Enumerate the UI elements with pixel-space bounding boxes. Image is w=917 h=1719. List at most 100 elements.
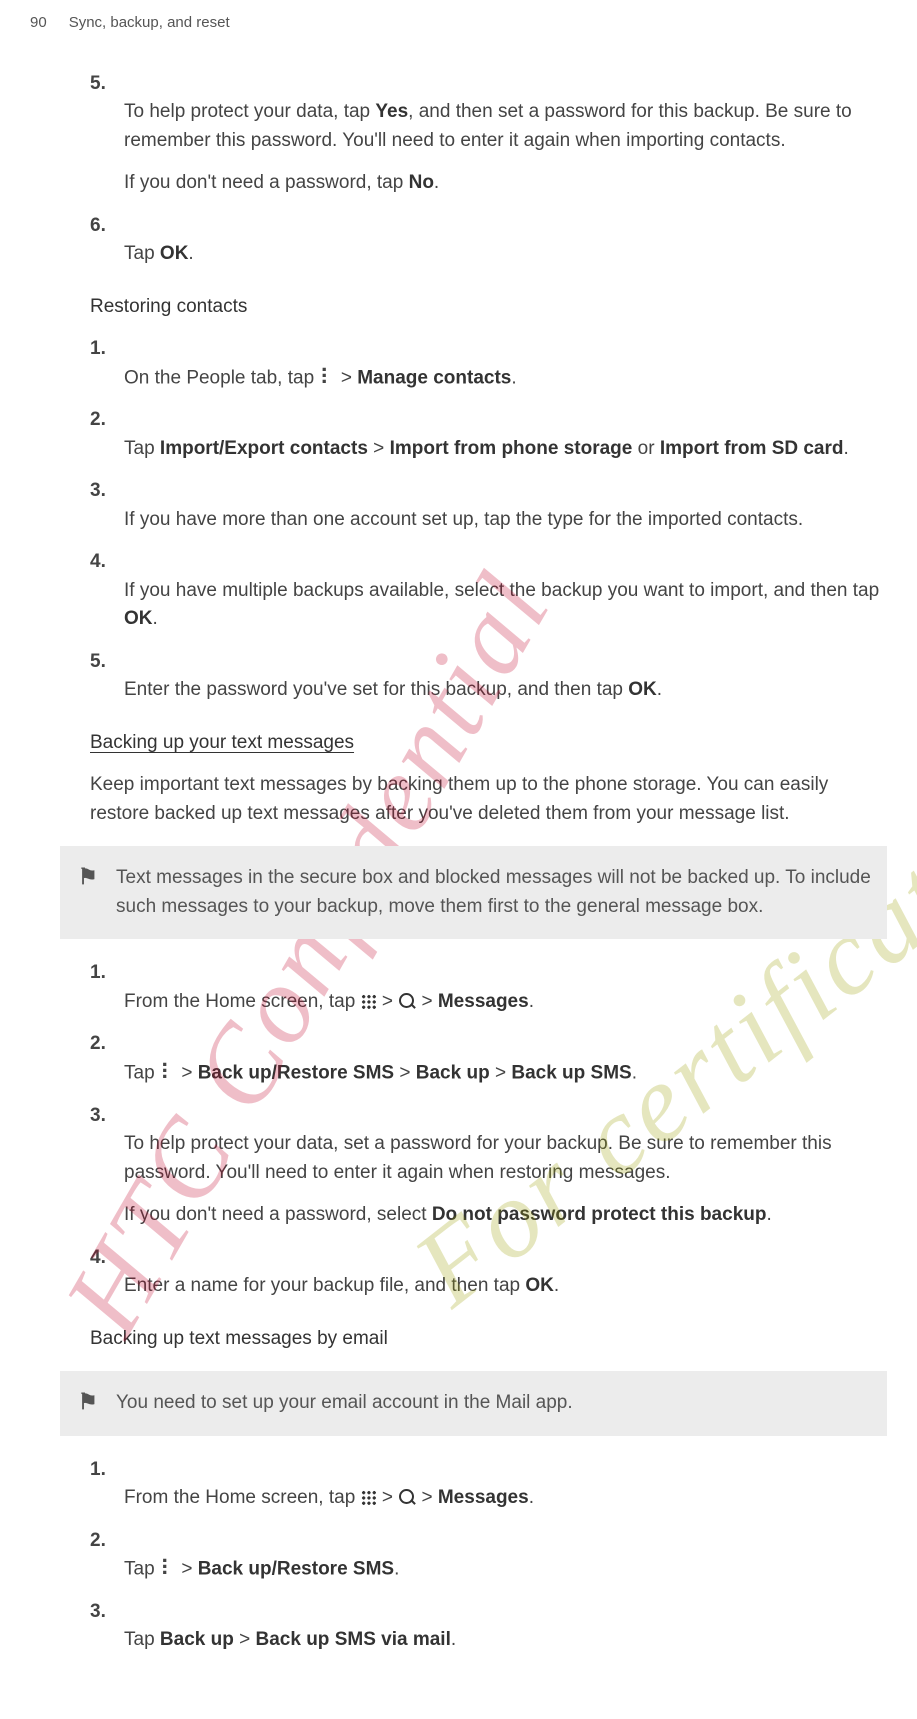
step-text: . — [511, 367, 516, 388]
step-text: Tap — [124, 1062, 160, 1083]
ui-label: OK — [160, 243, 189, 264]
ui-label: Import from SD card — [660, 438, 844, 459]
ui-label: Yes — [375, 101, 408, 122]
ui-label: No — [409, 172, 434, 193]
step-number: 5. — [90, 648, 124, 677]
list-item: 6. Tap OK. — [90, 212, 887, 269]
section-heading: Backing up your text messages — [90, 729, 887, 758]
step-text: . — [153, 608, 158, 629]
ui-label: Back up — [160, 1629, 234, 1650]
step-number: 4. — [90, 548, 124, 577]
page-header: 90 Sync, backup, and reset — [30, 0, 887, 70]
vertical-dots-icon — [319, 364, 335, 393]
page-number: 90 — [30, 12, 47, 35]
step-text: . — [657, 679, 662, 700]
step-number: 2. — [90, 1030, 124, 1059]
ui-label: Do not password protect this backup — [432, 1204, 767, 1225]
step-text: . — [844, 438, 849, 459]
ui-label: Manage contacts — [357, 367, 511, 388]
step-text: . — [766, 1204, 771, 1225]
step-text: To help protect your data, set a passwor… — [124, 1130, 887, 1187]
step-text: > — [416, 1487, 438, 1508]
step-text: . — [554, 1275, 559, 1296]
step-text: . — [529, 991, 534, 1012]
ui-label: Messages — [438, 991, 529, 1012]
step-number: 4. — [90, 1244, 124, 1273]
note-box: ⚑ You need to set up your email account … — [60, 1371, 887, 1436]
step-text: or — [632, 438, 659, 459]
step-number: 6. — [90, 212, 124, 241]
paragraph: Keep important text messages by backing … — [90, 771, 887, 828]
step-text: . — [188, 243, 193, 264]
step-number: 1. — [90, 335, 124, 364]
step-text: > — [490, 1062, 512, 1083]
ui-label: Back up/Restore SMS — [198, 1062, 394, 1083]
list-item: 5. To help protect your data, tap Yes, a… — [90, 70, 887, 198]
step-text: To help protect your data, tap — [124, 101, 375, 122]
step-text: Tap — [124, 1558, 160, 1579]
step-text: If you have multiple backups available, … — [124, 580, 879, 601]
step-text: Tap — [124, 243, 160, 264]
flag-icon: ⚑ — [78, 860, 98, 893]
step-number: 2. — [90, 406, 124, 435]
section-heading: Backing up text messages by email — [90, 1325, 887, 1354]
list-item: 3. To help protect your data, set a pass… — [90, 1102, 887, 1230]
list-item: 4. If you have multiple backups availabl… — [90, 548, 887, 634]
step-text: From the Home screen, tap — [124, 1487, 361, 1508]
note-text: Text messages in the secure box and bloc… — [116, 867, 871, 917]
note-text: You need to set up your email account in… — [116, 1392, 573, 1413]
flag-icon: ⚑ — [78, 1385, 98, 1418]
ui-label: OK — [124, 608, 153, 629]
ui-label: Back up SMS — [511, 1062, 631, 1083]
step-text: > — [377, 1487, 399, 1508]
list-item: 3. Tap Back up > Back up SMS via mail. — [90, 1598, 887, 1655]
list-item: 1. From the Home screen, tap > > Message… — [90, 1456, 887, 1513]
step-text: Tap — [124, 438, 160, 459]
step-text: > — [394, 1062, 416, 1083]
list-item: 2. Tap > Back up/Restore SMS > Back up >… — [90, 1030, 887, 1087]
step-text: . — [632, 1062, 637, 1083]
step-number: 3. — [90, 1102, 124, 1131]
step-text: > — [176, 1558, 198, 1579]
list-item: 2. Tap Import/Export contacts > Import f… — [90, 406, 887, 463]
ui-label: Import/Export contacts — [160, 438, 368, 459]
vertical-dots-icon — [160, 1059, 176, 1088]
step-text: If you don't need a password, tap — [124, 172, 409, 193]
step-text: > — [368, 438, 390, 459]
ui-label: OK — [628, 679, 657, 700]
step-text: > — [336, 367, 358, 388]
step-number: 2. — [90, 1527, 124, 1556]
step-text: . — [529, 1487, 534, 1508]
ui-label: Messages — [438, 1487, 529, 1508]
apps-grid-icon — [361, 1490, 377, 1506]
step-number: 5. — [90, 70, 124, 99]
list-item: 5. Enter the password you've set for thi… — [90, 648, 887, 705]
ui-label: Back up SMS via mail — [256, 1629, 451, 1650]
step-number: 3. — [90, 477, 124, 506]
search-icon — [398, 1489, 416, 1507]
step-text: Enter a name for your backup file, and t… — [124, 1275, 525, 1296]
step-text: . — [434, 172, 439, 193]
apps-grid-icon — [361, 994, 377, 1010]
page-content: 5. To help protect your data, tap Yes, a… — [30, 70, 887, 1655]
step-text: > — [176, 1062, 198, 1083]
step-text: On the People tab, tap — [124, 367, 319, 388]
step-number: 3. — [90, 1598, 124, 1627]
ui-label: Import from phone storage — [390, 438, 633, 459]
step-text: > — [416, 991, 438, 1012]
step-text: From the Home screen, tap — [124, 991, 361, 1012]
step-text: If you don't need a password, select — [124, 1204, 432, 1225]
step-text: . — [451, 1629, 456, 1650]
list-item: 2. Tap > Back up/Restore SMS. — [90, 1527, 887, 1584]
note-box: ⚑ Text messages in the secure box and bl… — [60, 846, 887, 939]
section-heading: Restoring contacts — [90, 293, 887, 322]
step-text: > — [234, 1629, 256, 1650]
step-number: 1. — [90, 1456, 124, 1485]
vertical-dots-icon — [160, 1555, 176, 1584]
step-number: 1. — [90, 959, 124, 988]
list-item: 1. On the People tab, tap > Manage conta… — [90, 335, 887, 392]
step-text: > — [377, 991, 399, 1012]
list-item: 4. Enter a name for your backup file, an… — [90, 1244, 887, 1301]
step-text: If you have more than one account set up… — [124, 506, 887, 535]
header-section-title: Sync, backup, and reset — [69, 12, 230, 35]
